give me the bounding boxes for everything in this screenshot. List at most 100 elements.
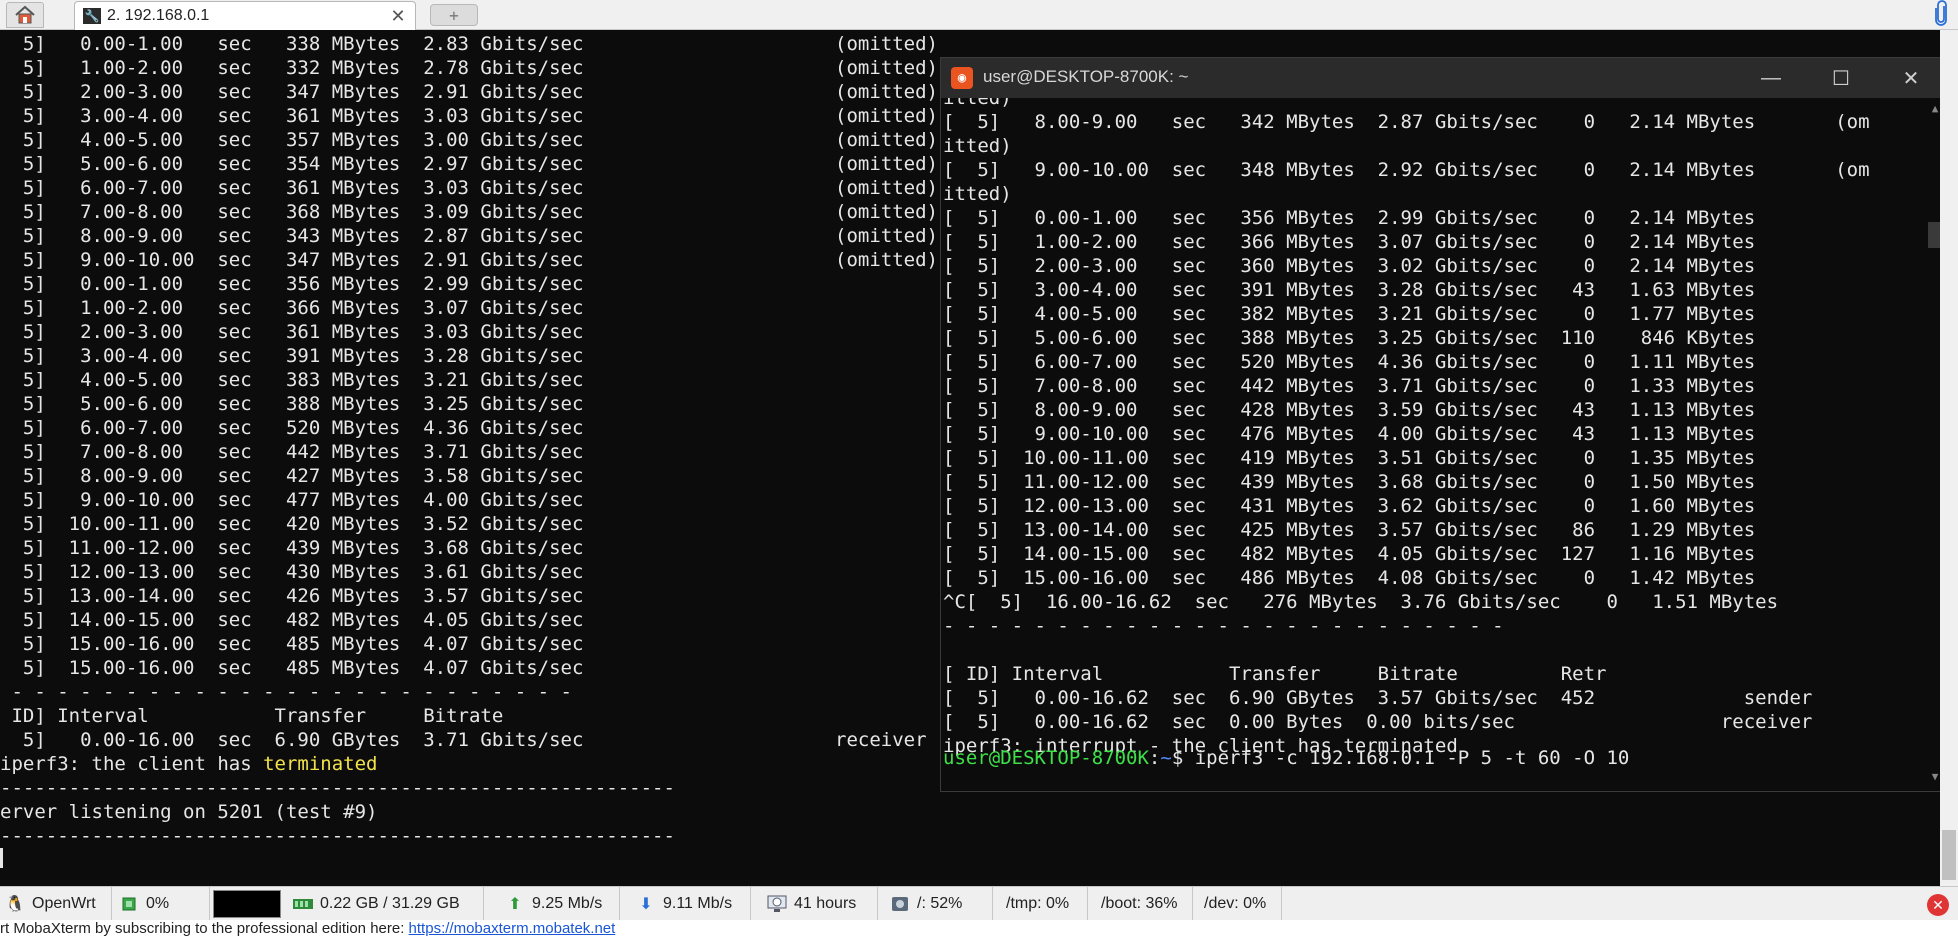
terminated-word: terminated: [263, 753, 378, 775]
banner-text: rt MobaXterm by subscribing to the profe…: [0, 920, 409, 936]
close-tab-icon[interactable]: ✕: [387, 6, 409, 27]
boot-disk-usage: /boot: 36%: [1101, 895, 1178, 912]
terminal-line: [ ID] Interval Transfer Bitrate Retr: [943, 663, 1607, 685]
terminal-line: 5] 10.00-11.00 sec 420 MBytes 3.52 Gbits…: [0, 513, 584, 535]
terminal-line: 5] 3.00-4.00 sec 361 MBytes 3.03 Gbits/s…: [0, 105, 938, 127]
terminal-line: - - - - - - - - - - - - - - - - - - - - …: [0, 681, 572, 703]
upload-arrow-icon: ⬆: [508, 896, 522, 913]
terminal-line: [ 5] 0.00-16.62 sec 0.00 Bytes 0.00 bits…: [943, 711, 1813, 733]
terminal-line: [ 5] 7.00-8.00 sec 442 MBytes 3.71 Gbits…: [943, 375, 1756, 397]
inner-terminal-window[interactable]: ◉ user@DESKTOP-8700K: ~ — ☐ ✕ itted)[ 5]…: [940, 57, 1946, 792]
terminal-line: [ 5] 14.00-15.00 sec 482 MBytes 4.05 Gbi…: [943, 543, 1756, 565]
window-title-bar[interactable]: ◉ user@DESKTOP-8700K: ~ — ☐ ✕: [941, 58, 1944, 98]
home-icon: [15, 5, 35, 24]
download-indicator[interactable]: ⬇ 9.11 Mb/s: [631, 887, 751, 921]
boot-disk-indicator[interactable]: /boot: 36%: [1095, 887, 1193, 921]
terminal-line: [ 5] 15.00-16.00 sec 486 MBytes 4.08 Gbi…: [943, 567, 1756, 589]
terminal-line: [ 5] 8.00-9.00 sec 342 MBytes 2.87 Gbits…: [943, 111, 1870, 133]
terminal-line: [ 5] 2.00-3.00 sec 360 MBytes 3.02 Gbits…: [943, 255, 1756, 277]
terminal-line: ^C[ 5] 16.00-16.62 sec 276 MBytes 3.76 G…: [943, 591, 1779, 613]
prompt-path: ~: [1160, 747, 1172, 769]
memory-indicator[interactable]: 0.22 GB / 31.29 GB: [288, 887, 484, 921]
terminal-line: [ 5] 3.00-4.00 sec 391 MBytes 3.28 Gbits…: [943, 279, 1756, 301]
terminal-line: [ 5] 0.00-1.00 sec 356 MBytes 2.99 Gbits…: [943, 207, 1756, 229]
status-bar: 🐧 OpenWrt 0% 0.22 GB / 31.29 GB ⬆ 9.25 M…: [0, 886, 1958, 921]
terminal-line: 5] 1.00-2.00 sec 332 MBytes 2.78 Gbits/s…: [0, 57, 938, 79]
uptime-indicator[interactable]: 41 hours: [762, 887, 878, 921]
terminal-line: 5] 7.00-8.00 sec 368 MBytes 3.09 Gbits/s…: [0, 201, 938, 223]
terminal-line: [ 5] 4.00-5.00 sec 382 MBytes 3.21 Gbits…: [943, 303, 1756, 325]
terminal-line: itted): [943, 183, 1012, 205]
uptime-value: 41 hours: [794, 895, 857, 912]
new-tab-button[interactable]: +: [430, 4, 478, 26]
inner-terminal-output[interactable]: itted) [ 5] 8.00-9.00 sec 342 MBytes 2.87…: [941, 98, 1924, 791]
download-arrow-icon: ⬇: [639, 896, 653, 913]
terminal-line: 5] 2.00-3.00 sec 361 MBytes 3.03 Gbits/s…: [0, 321, 584, 343]
exit-icon[interactable]: ✕: [1927, 894, 1949, 916]
plus-icon: +: [449, 5, 459, 25]
minimize-icon: —: [1761, 66, 1781, 89]
root-disk-indicator[interactable]: /: 52%: [885, 887, 993, 921]
root-disk-usage: /: 52%: [917, 895, 963, 912]
shell-prompt: user@DESKTOP-8700K:~$ iperf3 -c 192.168.…: [943, 746, 1629, 770]
terminal-line: 5] 4.00-5.00 sec 383 MBytes 3.21 Gbits/s…: [0, 369, 584, 391]
terminal-line: [ 5] 0.00-16.62 sec 6.90 GBytes 3.57 Gbi…: [943, 687, 1813, 709]
window-title: user@DESKTOP-8700K: ~: [983, 67, 1189, 86]
terminal-line: 5] 4.00-5.00 sec 357 MBytes 3.00 Gbits/s…: [0, 129, 938, 151]
tab-bar: 🔧 2. 192.168.0.1 ✕ +: [0, 0, 1958, 30]
session-tab[interactable]: 🔧 2. 192.168.0.1 ✕: [74, 1, 416, 30]
prompt-separator: :: [1148, 747, 1161, 769]
upload-indicator[interactable]: ⬆ 9.25 Mb/s: [500, 887, 620, 921]
terminal-line: 5] 11.00-12.00 sec 439 MBytes 3.68 Gbits…: [0, 537, 584, 559]
paperclip-icon[interactable]: [1928, 0, 1954, 28]
banner-link[interactable]: https://mobaxterm.mobatek.net: [409, 920, 616, 936]
tmp-disk-usage: /tmp: 0%: [1006, 895, 1070, 912]
scrollbar-thumb[interactable]: [1942, 830, 1956, 880]
terminal-line: 5] 6.00-7.00 sec 361 MBytes 3.03 Gbits/s…: [0, 177, 938, 199]
penguin-icon: 🐧: [5, 896, 25, 913]
maximize-button[interactable]: ☐: [1806, 58, 1876, 98]
close-window-button[interactable]: ✕: [1876, 58, 1946, 98]
terminal-cursor: [0, 848, 3, 868]
download-rate: 9.11 Mb/s: [663, 895, 733, 912]
terminal-line: - - - - - - - - - - - - - - - - - - - - …: [943, 615, 1504, 637]
terminal-line: 5] 15.00-16.00 sec 485 MBytes 4.07 Gbits…: [0, 633, 584, 655]
terminal-line: [ 5] 6.00-7.00 sec 520 MBytes 4.36 Gbits…: [943, 351, 1756, 373]
prompt-user: user@DESKTOP-8700K: [943, 747, 1149, 769]
terminal-line: [ 5] 9.00-10.00 sec 476 MBytes 4.00 Gbit…: [943, 423, 1756, 445]
separator-line: ----------------------------------------…: [0, 825, 675, 847]
dev-disk-usage: /dev: 0%: [1204, 895, 1267, 912]
cpu-icon: [118, 893, 140, 915]
terminal-line: 5] 0.00-1.00 sec 356 MBytes 2.99 Gbits/s…: [0, 273, 584, 295]
ubuntu-icon: ◉: [951, 67, 973, 89]
terminal-line: [ 5] 11.00-12.00 sec 439 MBytes 3.68 Gbi…: [943, 471, 1756, 493]
terminal-line: [ 5] 8.00-9.00 sec 428 MBytes 3.59 Gbits…: [943, 399, 1756, 421]
session-tab-label: 2. 192.168.0.1: [107, 7, 210, 24]
maximize-icon: ☐: [1832, 67, 1850, 90]
home-tab-button[interactable]: [6, 2, 44, 28]
cpu-indicator[interactable]: 0%: [114, 887, 210, 921]
terminal-line: 5] 12.00-13.00 sec 430 MBytes 3.61 Gbits…: [0, 561, 584, 583]
terminal-line: 5] 15.00-16.00 sec 485 MBytes 4.07 Gbits…: [0, 657, 584, 679]
minimize-button[interactable]: —: [1736, 58, 1806, 98]
cpu-graph: [213, 890, 281, 918]
terminal-line: 5] 0.00-16.00 sec 6.90 GBytes 3.71 Gbits…: [0, 729, 927, 751]
prompt-command: $ iperf3 -c 192.168.0.1 -P 5 -t 60 -O 10: [1171, 747, 1630, 769]
host-indicator[interactable]: 🐧 OpenWrt: [0, 887, 112, 921]
terminal-line: [ 5] 10.00-11.00 sec 419 MBytes 3.51 Gbi…: [943, 447, 1756, 469]
memory-usage: 0.22 GB / 31.29 GB: [320, 895, 460, 912]
server-listening-line: erver listening on 5201 (test #9): [0, 801, 378, 823]
tmp-disk-indicator[interactable]: /tmp: 0%: [1000, 887, 1088, 921]
upload-rate: 9.25 Mb/s: [532, 895, 603, 912]
terminal-line: 5] 13.00-14.00 sec 426 MBytes 3.57 Gbits…: [0, 585, 584, 607]
separator-line: ----------------------------------------…: [0, 777, 675, 799]
cpu-usage: 0%: [146, 895, 170, 912]
main-scrollbar[interactable]: [1940, 30, 1958, 886]
promo-banner: rt MobaXterm by subscribing to the profe…: [0, 920, 1958, 936]
terminal-line: 5] 9.00-10.00 sec 477 MBytes 4.00 Gbits/…: [0, 489, 584, 511]
terminal-line: [ 5] 1.00-2.00 sec 366 MBytes 3.07 Gbits…: [943, 231, 1756, 253]
dev-disk-indicator[interactable]: /dev: 0%: [1198, 887, 1282, 921]
terminal-line: [ 5] 13.00-14.00 sec 425 MBytes 3.57 Gbi…: [943, 519, 1756, 541]
terminal-line: 5] 3.00-4.00 sec 391 MBytes 3.28 Gbits/s…: [0, 345, 584, 367]
close-icon: ✕: [1902, 67, 1920, 90]
